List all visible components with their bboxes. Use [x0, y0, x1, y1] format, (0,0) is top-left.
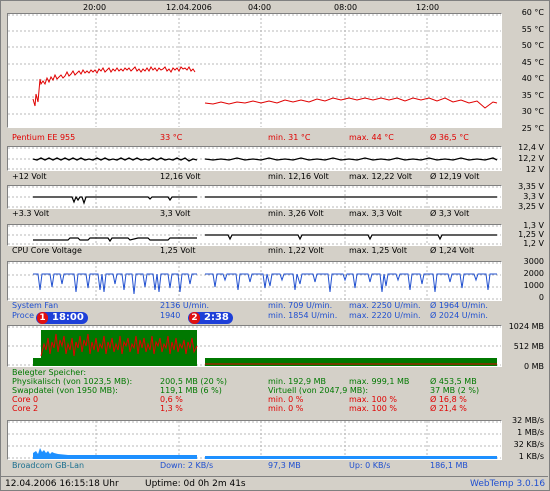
- status-app-name[interactable]: WebTemp 3.0.16: [470, 479, 545, 489]
- v12-avg: Ø 12,19 Volt: [430, 172, 480, 181]
- net-up: Up: 0 KB/s: [349, 461, 391, 470]
- badge-1-number: 1: [37, 312, 48, 324]
- v33-current: 3,3 Volt: [160, 209, 191, 218]
- fan2-current: 1940: [160, 311, 181, 320]
- fan-axis-0: 0: [538, 293, 544, 302]
- fan2-name: Proce: [12, 311, 35, 320]
- v33-graph: [7, 185, 502, 209]
- v33-name: +3.3 Volt: [12, 209, 50, 218]
- v33-axis-335: 3,35 V: [518, 182, 544, 191]
- temperature-plot: [8, 14, 501, 127]
- v12-axis-122: 12,2 V: [518, 154, 544, 163]
- temp-max: max. 44 °C: [349, 133, 394, 142]
- vcore-max: max. 1,25 Volt: [349, 246, 407, 255]
- v12-axis-124: 12,4 V: [518, 143, 544, 152]
- fan1-avg: Ø 1964 U/min.: [430, 301, 488, 310]
- net-axis-32mb: 32 MB/s: [512, 416, 544, 425]
- time-label-5: 12:00: [416, 3, 440, 12]
- net-axis-1kb: 1 KB/s: [518, 452, 544, 461]
- fan1-name: System Fan: [12, 301, 59, 310]
- network-plot: [8, 421, 501, 459]
- badge-2-time: 2:38: [204, 312, 229, 323]
- v12-graph: [7, 146, 502, 171]
- temp-axis-60: 60 °C: [521, 8, 544, 17]
- temp-axis-40: 40 °C: [521, 74, 544, 83]
- fan1-max: max. 2250 U/min.: [349, 301, 421, 310]
- time-label-2: 12.04.2006: [166, 3, 212, 12]
- badge-2-number: 2: [189, 312, 200, 324]
- v33-max: max. 3,3 Volt: [349, 209, 402, 218]
- fan1-min: min. 709 U/min.: [268, 301, 333, 310]
- network-graph: [7, 420, 502, 460]
- vcore-axis-12: 1,2 V: [523, 239, 544, 248]
- core2-avg: Ø 21,4 %: [430, 404, 467, 413]
- time-label-4: 08:00: [334, 3, 358, 12]
- v33-min: min. 3,26 Volt: [268, 209, 324, 218]
- fan2-min: min. 1854 U/min.: [268, 311, 338, 320]
- temp-current: 33 °C: [160, 133, 183, 142]
- fan-plot: [8, 262, 501, 300]
- temp-axis-55: 55 °C: [521, 25, 544, 34]
- vcore-avg: Ø 1,24 Volt: [430, 246, 475, 255]
- net-axis-1mb: 1 MB/s: [517, 428, 544, 437]
- vcore-axis-125: 1,25 V: [518, 230, 544, 239]
- net-down-total: 97,3 MB: [268, 461, 301, 470]
- status-datetime: 12.04.2006 16:15:18 Uhr: [5, 479, 119, 489]
- mem-axis-0: 0 MB: [523, 362, 544, 371]
- time-label-1: 20:00: [83, 3, 107, 12]
- v12-name: +12 Volt: [12, 172, 47, 181]
- cursor-badge-1[interactable]: 1 18:00: [36, 312, 88, 324]
- mem-axis-1024: 1024 MB: [508, 322, 544, 331]
- vcore-current: 1,25 Volt: [160, 246, 196, 255]
- time-label-3: 04:00: [248, 3, 272, 12]
- fan-axis-3000: 3000: [523, 257, 544, 266]
- memory-plot: [8, 326, 501, 366]
- cursor-badge-2[interactable]: 2 2:38: [188, 312, 233, 324]
- net-up-total: 186,1 MB: [430, 461, 468, 470]
- v12-current: 12,16 Volt: [160, 172, 201, 181]
- memory-graph: [7, 325, 502, 367]
- net-axis-32kb: 32 KB/s: [513, 440, 544, 449]
- temp-axis-25: 25 °C: [521, 124, 544, 133]
- temp-axis-50: 50 °C: [521, 41, 544, 50]
- temperature-graph: [7, 13, 502, 128]
- fan2-avg: Ø 2024 U/min.: [430, 311, 488, 320]
- core2-max: max. 100 %: [349, 404, 397, 413]
- net-name: Broadcom GB-Lan: [12, 461, 85, 470]
- v33-plot: [8, 186, 501, 208]
- status-uptime: Uptime: 0d 0h 2m 41s: [145, 479, 246, 489]
- core2-label: Core 2: [12, 404, 39, 413]
- v33-axis-325: 3,25 V: [518, 202, 544, 211]
- fan2-max: max. 2220 U/min.: [349, 311, 421, 320]
- temp-min: min. 31 °C: [268, 133, 311, 142]
- vcore-graph: [7, 224, 502, 246]
- mem-axis-512: 512 MB: [513, 342, 544, 351]
- temp-axis-45: 45 °C: [521, 58, 544, 67]
- net-down: Down: 2 KB/s: [160, 461, 214, 470]
- v12-max: max. 12,22 Volt: [349, 172, 413, 181]
- temp-axis-35: 35 °C: [521, 91, 544, 100]
- v12-min: min. 12,16 Volt: [268, 172, 329, 181]
- fan-axis-2000: 2000: [523, 269, 544, 278]
- fan-axis-1000: 1000: [523, 281, 544, 290]
- temp-avg: Ø 36,5 °C: [430, 133, 469, 142]
- v12-axis-12: 12 V: [525, 165, 544, 174]
- v33-avg: Ø 3,3 Volt: [430, 209, 470, 218]
- vcore-min: min. 1,22 Volt: [268, 246, 324, 255]
- fan-graph: [7, 261, 502, 301]
- vcore-plot: [8, 225, 501, 245]
- core2-value: 1,3 %: [160, 404, 183, 413]
- vcore-axis-13: 1,3 V: [523, 221, 544, 230]
- temp-axis-30: 30 °C: [521, 107, 544, 116]
- v33-axis-33: 3,3 V: [523, 192, 544, 201]
- fan1-current: 2136 U/min.: [160, 301, 210, 310]
- badge-1-time: 18:00: [52, 312, 84, 323]
- temp-sensor-name: Pentium EE 955: [12, 133, 76, 142]
- core2-min: min. 0 %: [268, 404, 304, 413]
- vcore-name: CPU Core Voltage: [12, 246, 82, 255]
- v12-plot: [8, 147, 501, 170]
